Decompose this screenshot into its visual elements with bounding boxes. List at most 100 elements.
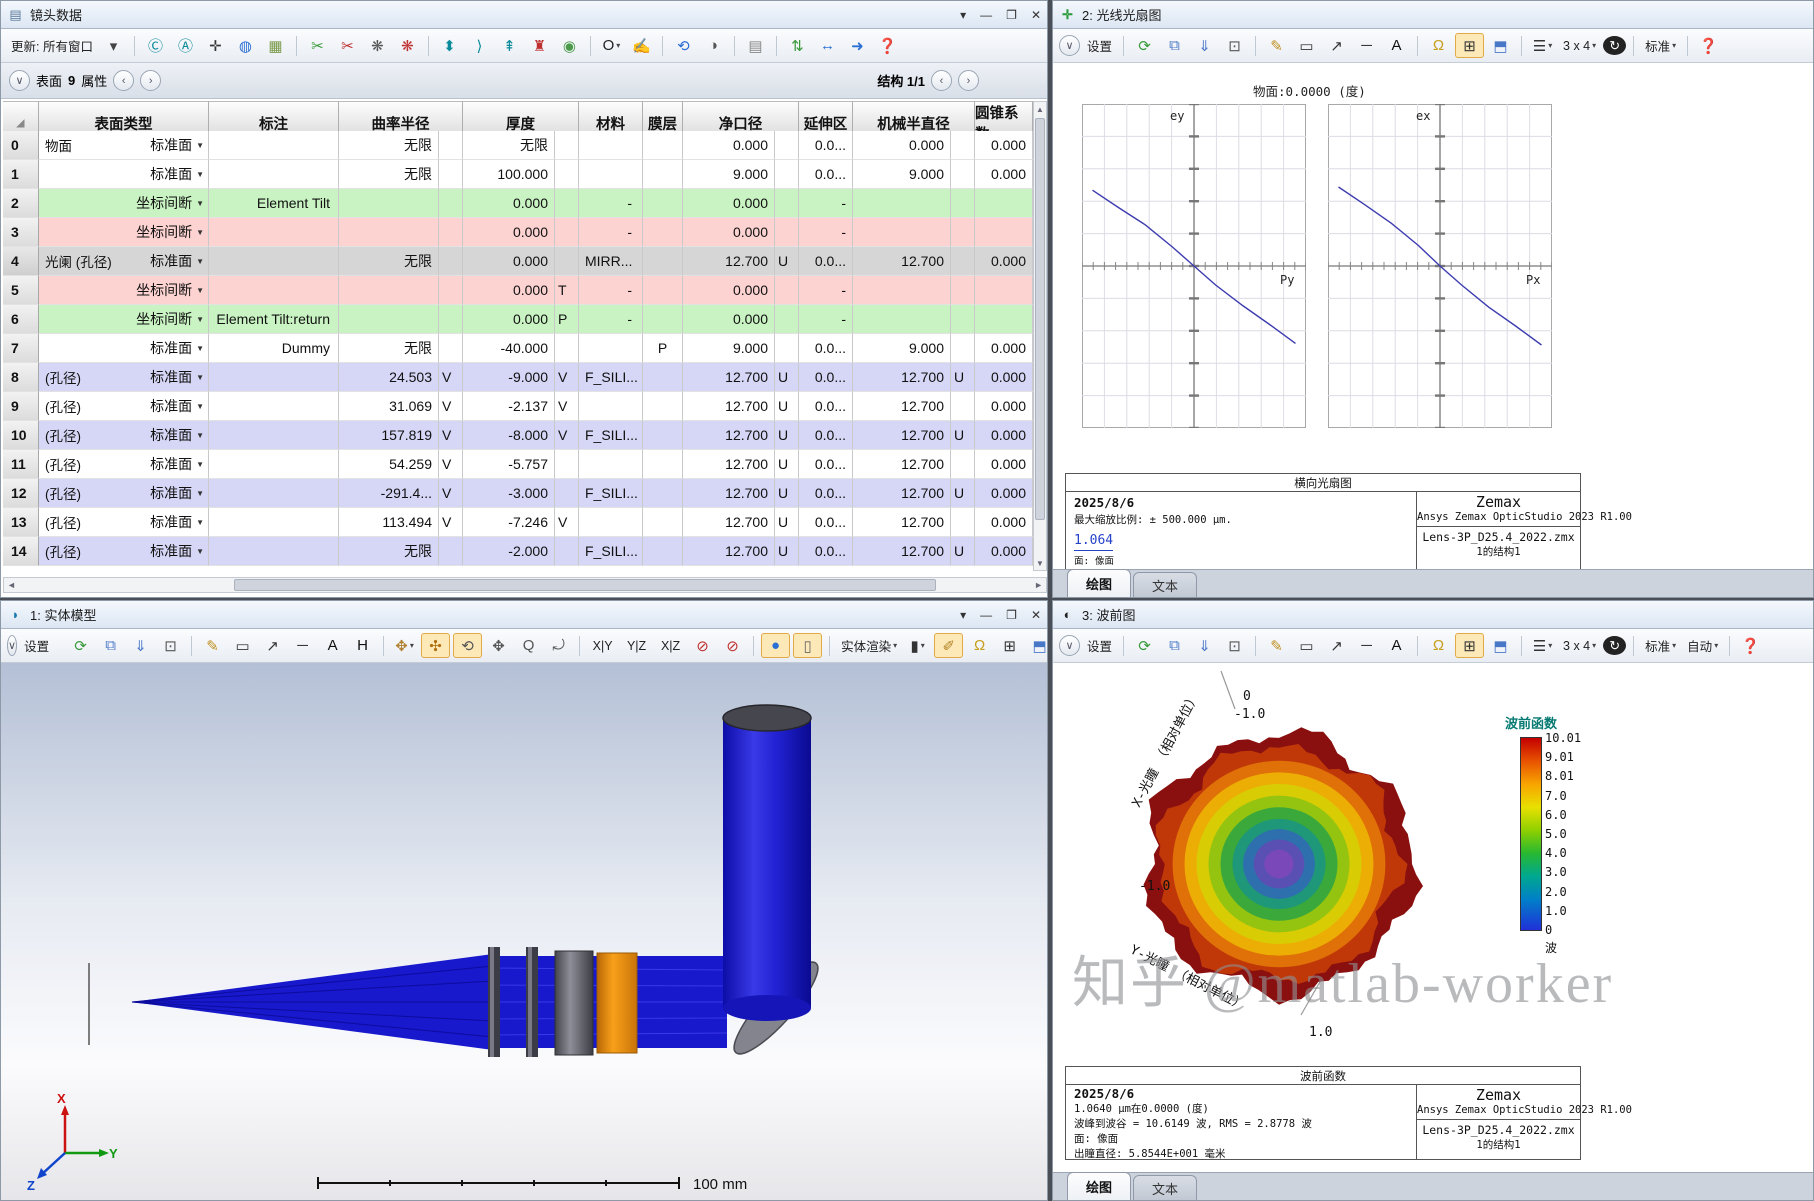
- view-yz[interactable]: Y|Z: [621, 634, 652, 657]
- expand-icon[interactable]: ↔: [814, 34, 841, 57]
- thickness-solve-flag[interactable]: [555, 218, 579, 247]
- thickness-solve-flag[interactable]: P: [555, 305, 579, 334]
- coating-cell[interactable]: [643, 537, 683, 566]
- clear-semidia-cell[interactable]: 12.700: [683, 392, 775, 421]
- settings-chevron-button[interactable]: ∨: [1059, 35, 1080, 56]
- clear-semidia-flag[interactable]: [775, 160, 799, 189]
- row-index[interactable]: 0: [3, 131, 39, 160]
- radius-cell[interactable]: 24.503: [339, 363, 439, 392]
- cylinder-icon[interactable]: ▯: [793, 633, 823, 658]
- mech-semidia-cell[interactable]: 12.700: [853, 479, 951, 508]
- layers-icon[interactable]: ⬒: [1487, 634, 1514, 657]
- mech-semidia-flag[interactable]: [951, 160, 975, 189]
- rect-annotate-icon[interactable]: ▭: [229, 634, 256, 657]
- mech-semidia-flag[interactable]: U: [951, 421, 975, 450]
- chip-zone-cell[interactable]: 0.0...: [799, 508, 853, 537]
- conic-cell[interactable]: 0.000: [975, 363, 1033, 392]
- material-cell[interactable]: [579, 334, 643, 363]
- rotate-back-icon[interactable]: ⤾: [545, 634, 572, 657]
- radius-cell[interactable]: 31.069: [339, 392, 439, 421]
- thickness-solve-flag[interactable]: V: [555, 392, 579, 421]
- thickness-solve-flag[interactable]: [555, 334, 579, 363]
- chip-zone-cell[interactable]: -: [799, 218, 853, 247]
- apodization-icon[interactable]: Ⓐ: [172, 34, 199, 57]
- mech-semidia-cell[interactable]: 12.700: [853, 247, 951, 276]
- window-menu-button[interactable]: ▾: [960, 8, 966, 22]
- window-menu-button[interactable]: ▾: [960, 608, 966, 622]
- conic-cell[interactable]: [975, 276, 1033, 305]
- clear-semidia-cell[interactable]: 12.700: [683, 421, 775, 450]
- radius-solve-flag[interactable]: [439, 276, 463, 305]
- row-index[interactable]: 3: [3, 218, 39, 247]
- text-annotate-icon[interactable]: A: [319, 634, 346, 657]
- mech-semidia-cell[interactable]: 12.700: [853, 392, 951, 421]
- conic-cell[interactable]: 0.000: [975, 421, 1033, 450]
- radius-solve-flag[interactable]: [439, 131, 463, 160]
- surface-next-button[interactable]: ›: [140, 70, 162, 91]
- line-annotate-icon[interactable]: ─: [1353, 34, 1380, 57]
- render-dropdown[interactable]: 实体渲染 ▾: [837, 634, 901, 657]
- pan-icon[interactable]: ✥: [485, 634, 512, 657]
- cycle-icon[interactable]: ↻: [1603, 36, 1627, 55]
- cut-remove-icon[interactable]: ✂: [334, 34, 361, 57]
- no-frame-icon[interactable]: ⊘: [719, 634, 746, 657]
- material-cell[interactable]: -: [579, 189, 643, 218]
- radius-cell[interactable]: [339, 189, 439, 218]
- chip-zone-cell[interactable]: -: [799, 276, 853, 305]
- clear-semidia-cell[interactable]: 12.700: [683, 247, 775, 276]
- mech-semidia-cell[interactable]: [853, 218, 951, 247]
- standard-dropdown[interactable]: 标准 ▾: [1641, 634, 1680, 657]
- clear-semidia-cell[interactable]: 0.000: [683, 305, 775, 334]
- notes-icon[interactable]: ▤: [742, 34, 769, 57]
- coating-cell[interactable]: [643, 189, 683, 218]
- thickness-cell[interactable]: -2.000: [463, 537, 555, 566]
- comment-cell[interactable]: [209, 392, 339, 421]
- mech-semidia-cell[interactable]: 12.700: [853, 450, 951, 479]
- radius-cell[interactable]: 113.494: [339, 508, 439, 537]
- no-rays-icon[interactable]: ⊘: [689, 634, 716, 657]
- row-index[interactable]: 2: [3, 189, 39, 218]
- mech-semidia-cell[interactable]: 12.700: [853, 537, 951, 566]
- comment-cell[interactable]: [209, 537, 339, 566]
- surface-type-cell[interactable]: 标准面 ▼: [39, 160, 209, 189]
- radius-cell[interactable]: [339, 218, 439, 247]
- thickness-cell[interactable]: 100.000: [463, 160, 555, 189]
- conic-cell[interactable]: 0.000: [975, 160, 1033, 189]
- radius-solve-flag[interactable]: V: [439, 479, 463, 508]
- radius-solve-flag[interactable]: [439, 334, 463, 363]
- radius-cell[interactable]: 无限: [339, 160, 439, 189]
- mech-semidia-cell[interactable]: [853, 189, 951, 218]
- clear-semidia-flag[interactable]: [775, 276, 799, 305]
- material-cell[interactable]: -: [579, 276, 643, 305]
- chip-zone-cell[interactable]: -: [799, 305, 853, 334]
- coating-cell[interactable]: [643, 160, 683, 189]
- radius-solve-flag[interactable]: [439, 189, 463, 218]
- window-maximize-button[interactable]: ❐: [1006, 608, 1017, 622]
- row-index[interactable]: 14: [3, 537, 39, 566]
- copy-icon[interactable]: ⧉: [1161, 34, 1188, 57]
- mech-semidia-cell[interactable]: [853, 305, 951, 334]
- thickness-solve-flag[interactable]: [555, 247, 579, 276]
- chip-zone-cell[interactable]: 0.0...: [799, 537, 853, 566]
- thickness-cell[interactable]: 0.000: [463, 218, 555, 247]
- coating-cell[interactable]: [643, 450, 683, 479]
- cycle-icon[interactable]: ↻: [1603, 636, 1627, 655]
- toggle-icon[interactable]: ◑: [700, 34, 727, 57]
- save-icon[interactable]: ⇓: [1191, 34, 1218, 57]
- config-prev-button[interactable]: ‹: [931, 70, 952, 91]
- comment-cell[interactable]: [209, 131, 339, 160]
- material-cell[interactable]: -: [579, 305, 643, 334]
- thickness-cell[interactable]: -8.000: [463, 421, 555, 450]
- thickness-solve-flag[interactable]: [555, 160, 579, 189]
- coating-cell[interactable]: [643, 131, 683, 160]
- radius-cell[interactable]: 无限: [339, 247, 439, 276]
- conic-cell[interactable]: [975, 305, 1033, 334]
- line-annotate-icon[interactable]: ─: [1353, 634, 1380, 657]
- coating-cell[interactable]: [643, 305, 683, 334]
- surface-type-cell[interactable]: (孔径) 标准面 ▼: [39, 537, 209, 566]
- pencil-icon[interactable]: ✎: [1263, 34, 1290, 57]
- bug-icon[interactable]: ♜: [526, 34, 553, 57]
- solid-model-viewport[interactable]: 100 mm X Y Z: [1, 663, 1047, 1200]
- surface-type-cell[interactable]: 坐标间断 ▼: [39, 276, 209, 305]
- insert-surface-icon[interactable]: ⬍: [436, 34, 463, 57]
